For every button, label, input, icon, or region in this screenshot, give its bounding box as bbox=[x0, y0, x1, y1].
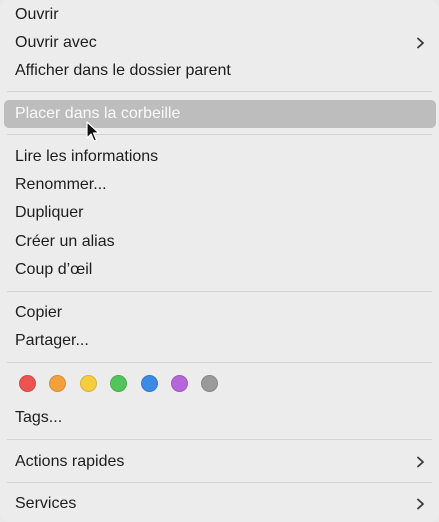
menu-item-ouvrir[interactable]: Ouvrir bbox=[0, 1, 439, 29]
chevron-right-icon bbox=[417, 498, 424, 510]
menu-item-label: Services bbox=[15, 495, 77, 512]
menu-item-label: Afficher dans le dossier parent bbox=[15, 62, 231, 79]
tag-blue-dot[interactable] bbox=[140, 375, 158, 392]
menu-separator bbox=[7, 482, 432, 483]
context-menu: Ouvrir Ouvrir avec Afficher dans le doss… bbox=[0, 0, 439, 522]
menu-item-partager[interactable]: Partager... bbox=[0, 327, 439, 355]
menu-item-label: Lire les informations bbox=[15, 148, 159, 165]
menu-item-label: Actions rapides bbox=[15, 453, 125, 470]
mouse-pointer-icon bbox=[86, 121, 100, 142]
menu-item-creer-alias[interactable]: Créer un alias bbox=[0, 228, 439, 256]
menu-item-label: Renommer... bbox=[15, 176, 107, 193]
menu-item-actions-rapides[interactable]: Actions rapides bbox=[0, 448, 439, 476]
chevron-right-icon bbox=[417, 37, 424, 49]
tag-color-row bbox=[19, 375, 219, 393]
menu-item-label: Ouvrir avec bbox=[15, 34, 97, 51]
tag-orange-dot[interactable] bbox=[49, 375, 67, 392]
menu-item-renommer[interactable]: Renommer... bbox=[0, 171, 439, 199]
menu-item-label: Ouvrir bbox=[15, 6, 59, 23]
menu-item-label: Tags... bbox=[15, 409, 63, 426]
menu-item-afficher-dossier-parent[interactable]: Afficher dans le dossier parent bbox=[0, 57, 439, 85]
menu-item-label: Créer un alias bbox=[15, 233, 115, 250]
menu-item-ouvrir-avec[interactable]: Ouvrir avec bbox=[0, 29, 439, 57]
menu-separator bbox=[7, 439, 432, 440]
menu-item-label: Coup d’œil bbox=[15, 261, 93, 278]
menu-item-copier[interactable]: Copier bbox=[0, 299, 439, 327]
menu-separator bbox=[7, 134, 432, 135]
menu-item-label: Copier bbox=[15, 304, 63, 321]
menu-item-coup-doeil[interactable]: Coup d’œil bbox=[0, 256, 439, 284]
menu-item-services[interactable]: Services bbox=[0, 490, 439, 518]
tag-gray-dot[interactable] bbox=[201, 375, 219, 392]
menu-item-label: Partager... bbox=[15, 332, 89, 349]
menu-item-dupliquer[interactable]: Dupliquer bbox=[0, 199, 439, 227]
tag-green-dot[interactable] bbox=[110, 375, 128, 392]
tag-red-dot[interactable] bbox=[19, 375, 36, 392]
menu-item-label: Dupliquer bbox=[15, 204, 84, 221]
tag-purple-dot[interactable] bbox=[170, 375, 188, 392]
menu-separator bbox=[7, 362, 432, 363]
menu-separator bbox=[7, 91, 432, 92]
menu-item-placer-corbeille[interactable]: Placer dans la corbeille bbox=[0, 100, 439, 128]
menu-item-tags[interactable]: Tags... bbox=[0, 404, 439, 432]
menu-item-lire-informations[interactable]: Lire les informations bbox=[0, 143, 439, 171]
chevron-right-icon bbox=[417, 456, 424, 468]
menu-separator bbox=[7, 291, 432, 292]
tag-yellow-dot[interactable] bbox=[79, 375, 97, 392]
